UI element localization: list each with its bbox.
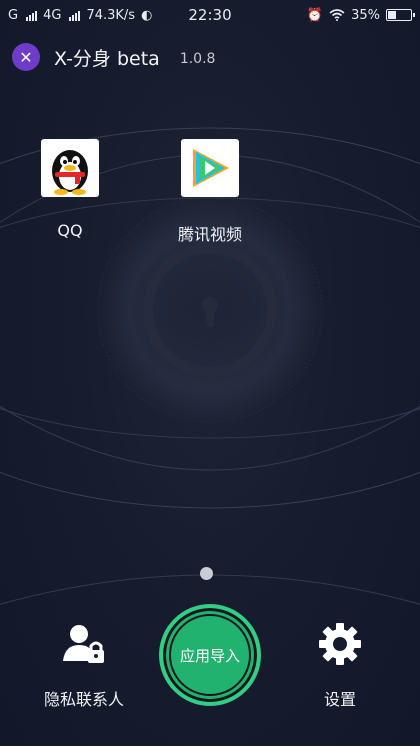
settings-label: 设置 [323,690,356,709]
data-saver-icon: ◐ [141,7,153,23]
qq-penguin-icon [41,139,99,197]
app-item-qq[interactable]: QQ [20,139,120,240]
carrier-2-label: 4G [43,7,62,23]
status-bar: G 4G 74.3K/s ◐ 22:30 ⏰ 35% [0,0,420,30]
alarm-icon: ⏰ [306,7,324,23]
status-right: ⏰ 35% [306,7,415,23]
battery-level-fill [388,11,396,19]
wifi-icon [329,9,345,21]
app-logo-icon: ✕ [12,43,40,71]
signal-strength-icon [69,10,81,21]
app-item-tencent-video[interactable]: 腾讯视频 [160,139,260,245]
tencent-video-icon [181,139,239,197]
app-logo-glyph: ✕ [19,47,33,67]
import-apps-label: 应用导入 [179,646,240,665]
signal-strength-icon [26,10,38,21]
app-screen: G 4G 74.3K/s ◐ 22:30 ⏰ 35% ✕ X-分身 beta 1… [0,0,420,746]
import-apps-button-inner: 应用导入 [169,614,251,696]
import-apps-button[interactable]: 应用导入 [160,605,260,705]
app-header: ✕ X-分身 beta 1.0.8 [12,43,215,71]
battery-icon [386,9,415,21]
gear-icon [316,620,364,668]
network-speed: 74.3K/s [86,7,136,23]
app-label: QQ [57,221,83,240]
app-label: 腾讯视频 [177,225,242,244]
status-time: 22:30 [188,6,232,24]
settings-button[interactable]: 设置 [280,620,400,710]
privacy-contacts-label: 隐私联系人 [43,690,124,709]
carrier-1-label: G [8,7,19,23]
battery-percent: 35% [351,7,380,23]
app-title: X-分身 beta [54,47,160,70]
private-contact-lock-icon [60,620,108,668]
app-version: 1.0.8 [179,51,216,67]
privacy-contacts-button[interactable]: 隐私联系人 [24,620,144,710]
status-left: G 4G 74.3K/s ◐ [8,8,152,23]
page-indicator-dot [200,567,213,580]
